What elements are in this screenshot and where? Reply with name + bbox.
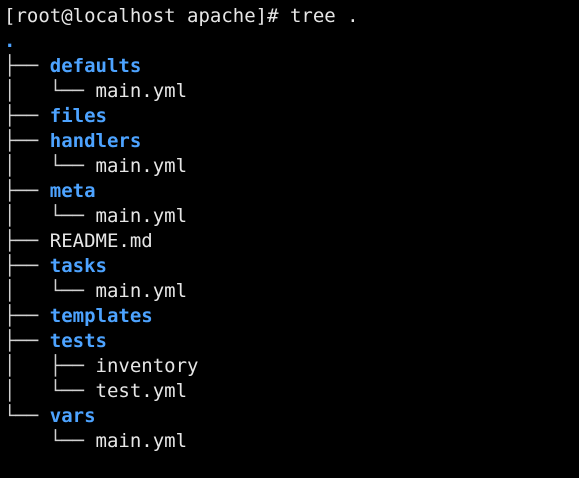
tree-entry-name: main.yml bbox=[95, 205, 188, 227]
tree-entry-name: handlers bbox=[49, 130, 142, 152]
tree-branch: ├── bbox=[4, 230, 50, 252]
tree-branch: └── bbox=[4, 405, 50, 427]
tree-row: ├── README.md bbox=[4, 229, 579, 254]
tree-entry-name: main.yml bbox=[95, 280, 188, 302]
tree-entry-name: templates bbox=[49, 305, 153, 327]
tree-branch: │ └── bbox=[4, 80, 96, 102]
terminal-window[interactable]: [root@localhost apache]# tree . . ├── de… bbox=[0, 0, 579, 478]
tree-row: │ └── test.yml bbox=[4, 379, 579, 404]
tree-row: │ └── main.yml bbox=[4, 279, 579, 304]
tree-entry-name: . bbox=[4, 30, 16, 52]
tree-entry-name: README.md bbox=[49, 230, 153, 252]
tree-row: │ ├── inventory bbox=[4, 354, 579, 379]
tree-entry-name: meta bbox=[49, 180, 96, 202]
tree-row: ├── meta bbox=[4, 179, 579, 204]
tree-entry-name: main.yml bbox=[95, 155, 188, 177]
tree-row: ├── templates bbox=[4, 304, 579, 329]
command-text: tree . bbox=[289, 5, 359, 27]
tree-entry-name: main.yml bbox=[95, 430, 188, 452]
tree-row: ├── handlers bbox=[4, 129, 579, 154]
tree-row: │ └── main.yml bbox=[4, 204, 579, 229]
tree-branch: │ └── bbox=[4, 380, 96, 402]
tree-entry-name: test.yml bbox=[95, 380, 188, 402]
tree-branch: ├── bbox=[4, 305, 50, 327]
shell-prompt: [root@localhost apache]# bbox=[4, 5, 290, 27]
tree-branch: ├── bbox=[4, 105, 50, 127]
tree-entry-name: defaults bbox=[49, 55, 142, 77]
tree-branch: ├── bbox=[4, 55, 50, 77]
tree-entry-name: main.yml bbox=[95, 80, 188, 102]
tree-row: │ └── main.yml bbox=[4, 154, 579, 179]
tree-branch: │ └── bbox=[4, 205, 96, 227]
tree-branch: │ └── bbox=[4, 155, 96, 177]
tree-branch: │ ├── bbox=[4, 355, 96, 377]
tree-entry-name: tasks bbox=[49, 255, 107, 277]
tree-row: ├── files bbox=[4, 104, 579, 129]
tree-branch: ├── bbox=[4, 330, 50, 352]
tree-row: . bbox=[4, 29, 579, 54]
tree-entry-name: vars bbox=[49, 405, 96, 427]
tree-output: . ├── defaults │ └── main.yml ├── files … bbox=[4, 29, 579, 454]
command-line: [root@localhost apache]# tree . bbox=[4, 4, 579, 29]
tree-entry-name: files bbox=[49, 105, 107, 127]
tree-branch: │ └── bbox=[4, 280, 96, 302]
tree-row: └── vars bbox=[4, 404, 579, 429]
tree-branch: └── bbox=[4, 430, 96, 452]
tree-entry-name: inventory bbox=[95, 355, 199, 377]
tree-row: ├── tasks bbox=[4, 254, 579, 279]
tree-row: └── main.yml bbox=[4, 429, 579, 454]
tree-row: ├── tests bbox=[4, 329, 579, 354]
tree-branch: ├── bbox=[4, 180, 50, 202]
tree-branch: ├── bbox=[4, 255, 50, 277]
tree-row: ├── defaults bbox=[4, 54, 579, 79]
tree-branch: ├── bbox=[4, 130, 50, 152]
tree-row: │ └── main.yml bbox=[4, 79, 579, 104]
tree-entry-name: tests bbox=[49, 330, 107, 352]
